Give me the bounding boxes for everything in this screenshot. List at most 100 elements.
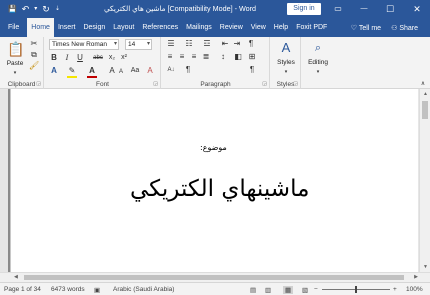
show-marks-icon[interactable]: ¶ (183, 65, 193, 75)
subject-label[interactable]: موضوع: (200, 143, 227, 152)
superscript-button[interactable]: x² (119, 53, 129, 63)
font-name-combo[interactable]: Times New Roman ▾ (49, 39, 119, 50)
focus-icon[interactable]: ▤ (250, 286, 256, 294)
tab-mailings[interactable]: Mailings (182, 18, 216, 37)
sign-in-button[interactable]: Sign in (287, 3, 321, 15)
decrease-indent-icon[interactable]: ⇤ (220, 39, 230, 49)
zoom-in-button[interactable]: + (393, 286, 397, 293)
paste-dropdown-icon[interactable]: ▾ (10, 68, 20, 78)
paragraph-launcher-icon[interactable]: ◲ (262, 81, 267, 87)
clipboard-launcher-icon[interactable]: ◲ (36, 81, 41, 87)
font-size-dropdown-icon[interactable]: ▾ (147, 40, 150, 49)
customize-icon[interactable]: ⇣ (55, 6, 60, 12)
shading-icon[interactable]: ◧ (233, 52, 243, 62)
paste-icon[interactable]: 📋 (7, 40, 24, 58)
line-spacing-icon[interactable]: ↕ (217, 52, 229, 62)
tab-insert[interactable]: Insert (54, 18, 80, 37)
paste-label[interactable]: Paste (4, 60, 26, 67)
horizontal-scroll-thumb[interactable] (24, 275, 404, 280)
font-launcher-icon[interactable]: ◲ (153, 81, 158, 87)
ltr-direction-icon[interactable]: ¶ (246, 39, 256, 49)
scroll-up-icon[interactable]: ▲ (420, 91, 430, 97)
paragraph-group: ☰ ☷ ☲ ⇤ ⇥ ¶ ≡ ≡ ≡ ≣ ↕ ◧ ⊞ A↓ ¶ ¶ Paragra… (162, 37, 270, 89)
text-effects-icon[interactable]: A (49, 66, 59, 76)
save-icon[interactable]: 💾 (8, 6, 17, 13)
lightbulb-icon: ♡ (350, 24, 358, 32)
proofing-icon[interactable]: ▣ (94, 286, 100, 294)
clear-formatting-button[interactable]: A (145, 66, 155, 76)
read-mode-icon[interactable]: ▥ (265, 286, 271, 294)
styles-icon[interactable]: A (279, 40, 293, 56)
editing-dropdown-icon[interactable]: ▾ (313, 67, 323, 77)
page-count[interactable]: Page 1 of 34 (4, 286, 41, 293)
share-button[interactable]: ⚇ Share (391, 24, 418, 32)
scroll-down-icon[interactable]: ▼ (420, 264, 430, 270)
print-layout-icon[interactable]: ▦ (283, 286, 294, 294)
share-label: Share (399, 24, 418, 32)
web-layout-icon[interactable]: ▧ (302, 286, 308, 294)
undo-icon[interactable]: ↶ (22, 4, 30, 14)
tab-review[interactable]: Review (216, 18, 247, 37)
styles-dropdown-icon[interactable]: ▾ (281, 67, 291, 77)
align-left-icon[interactable]: ≡ (165, 52, 175, 62)
redo-icon[interactable]: ↻ (42, 4, 50, 14)
styles-launcher-icon[interactable]: ◲ (293, 81, 298, 87)
minimize-button[interactable]: — (352, 0, 376, 18)
tab-references[interactable]: References (138, 18, 182, 37)
align-right-icon[interactable]: ≡ (189, 52, 199, 62)
collapse-ribbon-icon[interactable]: ∧ (418, 79, 428, 89)
strikethrough-button[interactable]: abc (91, 53, 105, 63)
multilevel-list-icon[interactable]: ☲ (201, 39, 213, 49)
zoom-slider-thumb[interactable] (355, 286, 357, 293)
qat-more-icon[interactable]: ▾ (34, 6, 37, 12)
bold-button[interactable]: B (49, 53, 59, 63)
sort-icon[interactable]: A↓ (165, 65, 177, 75)
search-icon[interactable]: ⌕ (311, 40, 325, 56)
zoom-level[interactable]: 100% (406, 286, 423, 293)
ribbon-display-options-icon[interactable]: ▭ (326, 0, 350, 18)
tab-foxit-pdf[interactable]: Foxit PDF (292, 18, 331, 37)
tell-me-button[interactable]: ♡ Tell me (351, 24, 381, 32)
underline-button[interactable]: U (75, 53, 85, 63)
increase-indent-icon[interactable]: ⇥ (232, 39, 242, 49)
clipboard-group: 📋 Paste ▾ ✂ ⧉ 🖌 Clipboard ◲ (0, 37, 44, 89)
scroll-right-icon[interactable]: ▶ (414, 274, 418, 280)
grow-font-button[interactable]: A (107, 66, 117, 76)
vertical-scrollbar[interactable]: ▲ ▼ (419, 89, 430, 272)
vertical-scroll-thumb[interactable] (422, 101, 428, 119)
maximize-button[interactable]: ☐ (378, 0, 402, 18)
word-count[interactable]: 6473 words (51, 286, 85, 293)
styles-button-label[interactable]: Styles (271, 59, 301, 66)
ribbon-tabs: File Home Insert Design Layout Reference… (0, 18, 430, 37)
change-case-button[interactable]: Aa (129, 66, 141, 76)
horizontal-scrollbar[interactable]: ◀ ▶ (0, 272, 430, 282)
cut-icon[interactable]: ✂ (29, 39, 39, 49)
borders-icon[interactable]: ⊞ (247, 52, 257, 62)
shrink-font-button[interactable]: A (117, 67, 125, 77)
font-size-combo[interactable]: 14 ▾ (125, 39, 152, 50)
font-color-icon[interactable]: A (87, 66, 97, 78)
justify-icon[interactable]: ≣ (201, 52, 211, 62)
format-painter-icon[interactable]: 🖌 (29, 61, 39, 71)
close-button[interactable]: ✕ (405, 0, 429, 18)
zoom-out-button[interactable]: − (314, 286, 318, 293)
document-heading[interactable]: ماشينهاي الكتريكي (130, 176, 309, 202)
tab-help[interactable]: Help (270, 18, 292, 37)
tab-layout[interactable]: Layout (109, 18, 138, 37)
italic-button[interactable]: I (62, 53, 72, 63)
highlight-icon[interactable]: ✎ (67, 66, 77, 78)
bullets-icon[interactable]: ☰ (165, 39, 177, 49)
copy-icon[interactable]: ⧉ (29, 50, 39, 60)
numbering-icon[interactable]: ☷ (183, 39, 195, 49)
tab-view[interactable]: View (247, 18, 270, 37)
align-center-icon[interactable]: ≡ (177, 52, 187, 62)
font-name-dropdown-icon[interactable]: ▾ (114, 40, 117, 49)
subscript-button[interactable]: x₂ (107, 53, 117, 63)
scroll-left-icon[interactable]: ◀ (14, 274, 18, 280)
tab-home[interactable]: Home (27, 18, 54, 37)
editing-button-label[interactable]: Editing (302, 59, 334, 66)
tab-file[interactable]: File (0, 18, 27, 37)
language-indicator[interactable]: Arabic (Saudi Arabia) (113, 286, 174, 293)
rtl-direction-icon[interactable]: ¶ (247, 65, 257, 75)
tab-design[interactable]: Design (79, 18, 109, 37)
